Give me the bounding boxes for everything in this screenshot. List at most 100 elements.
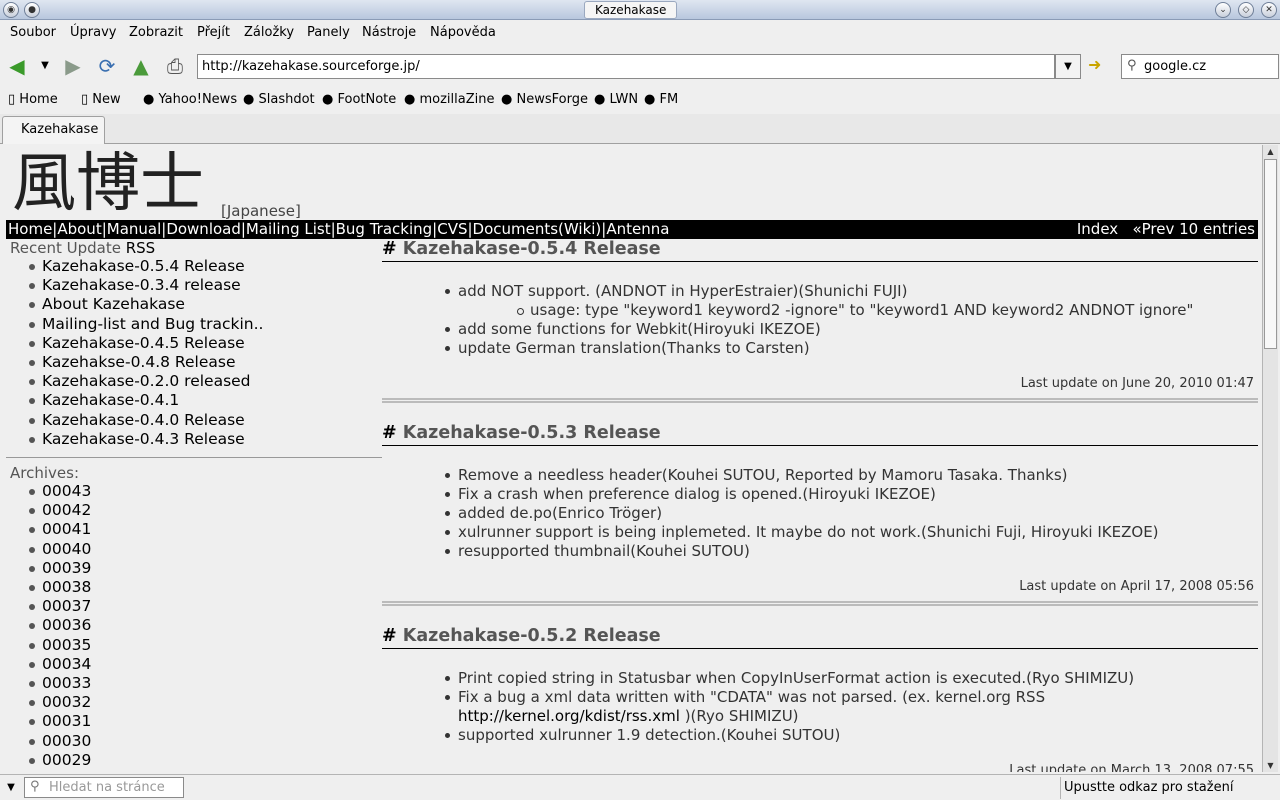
recent-item[interactable]: Kazehakase-0.4.3 Release xyxy=(26,430,382,449)
rss-icon: ● xyxy=(322,92,338,107)
rss-icon: ● xyxy=(644,92,660,107)
scrollbar-thumb[interactable] xyxy=(1264,159,1277,349)
menu-file[interactable]: Soubor xyxy=(10,25,56,40)
index-prev-links[interactable]: Index «Prev 10 entries xyxy=(1077,220,1255,239)
rss-link[interactable]: RSS xyxy=(126,239,155,257)
go-icon[interactable]: ➜ xyxy=(1088,55,1114,77)
vertical-scrollbar[interactable]: ▲ ▼ xyxy=(1262,145,1278,772)
archive-item[interactable]: 00040 xyxy=(26,540,382,559)
recent-item[interactable]: Mailing-list and Bug trackin.. xyxy=(26,315,382,334)
bookmark-lwn[interactable]: ● LWN xyxy=(594,92,638,107)
archive-item[interactable]: 00034 xyxy=(26,655,382,674)
recent-update-list: Kazehakase-0.5.4 Release Kazehakase-0.3.… xyxy=(26,257,382,449)
entry-0-5-3: # Kazehakase-0.5.3 Release Remove a need… xyxy=(382,423,1258,606)
bookmark-fm[interactable]: ● FM xyxy=(644,92,678,107)
archive-item[interactable]: 00038 xyxy=(26,578,382,597)
recent-item[interactable]: About Kazehakase xyxy=(26,295,382,314)
tab-kazehakase[interactable]: Kazehakase xyxy=(2,116,105,144)
archive-item[interactable]: 00033 xyxy=(26,674,382,693)
recent-item[interactable]: Kazehakase-0.2.0 released xyxy=(26,372,382,391)
archive-item[interactable]: 00035 xyxy=(26,636,382,655)
rss-icon: ● xyxy=(501,92,517,107)
entry-item: Print copied string in Statusbar when Co… xyxy=(444,669,1258,688)
archive-item[interactable]: 00036 xyxy=(26,616,382,635)
app-menu-icon[interactable]: ◉ xyxy=(3,2,19,18)
back-history-icon[interactable]: ▼ xyxy=(32,53,58,79)
entries: # Kazehakase-0.5.4 Release add NOT suppo… xyxy=(382,239,1258,772)
bookmark-icon: ▯ xyxy=(8,92,20,107)
close-icon[interactable]: ✕ xyxy=(1261,2,1277,18)
recent-item[interactable]: Kazehakse-0.4.8 Release xyxy=(26,353,382,372)
archive-item[interactable]: 00041 xyxy=(26,520,382,539)
scroll-up-icon[interactable]: ▲ xyxy=(1264,145,1277,158)
bookmark-footnote[interactable]: ● FootNote xyxy=(322,92,396,107)
status-message: Upustte odkaz pro stažení xyxy=(1060,777,1278,799)
site-nav-links[interactable]: Home|About|Manual|Download|Mailing List|… xyxy=(8,220,669,239)
menu-tools[interactable]: Nástroje xyxy=(362,25,416,40)
menu-help[interactable]: Nápověda xyxy=(430,25,496,40)
entry-item: added de.po(Enrico Tröger) xyxy=(444,504,1258,523)
forward-icon[interactable]: ▶ xyxy=(60,53,86,79)
entry-0-5-2: # Kazehakase-0.5.2 Release Print copied … xyxy=(382,626,1258,772)
archive-item[interactable]: 00032 xyxy=(26,693,382,712)
entry-items: Remove a needless header(Kouhei SUTOU, R… xyxy=(444,466,1258,561)
menu-edit[interactable]: Úpravy xyxy=(70,25,116,40)
title-bar: ◉ ● Kazehakase ⌄ ◇ ✕ xyxy=(0,0,1280,20)
archive-item[interactable]: 00031 xyxy=(26,712,382,731)
recent-item[interactable]: Kazehakase-0.4.0 Release xyxy=(26,411,382,430)
recent-update-heading: Recent Update RSS xyxy=(10,239,156,257)
entry-item: Remove a needless header(Kouhei SUTOU, R… xyxy=(444,466,1258,485)
bookmark-mozillazine[interactable]: ● mozillaZine xyxy=(404,92,494,107)
last-update: Last update on April 17, 2008 05:56 xyxy=(1019,579,1254,594)
bookmark-new[interactable]: ▯ New xyxy=(81,92,121,107)
tab-bar: Kazehakase xyxy=(0,114,1280,144)
url-input[interactable]: http://kazehakase.sourceforge.jp/ xyxy=(197,54,1055,79)
entry-subitem: usage: type "keyword1 keyword2 -ignore" … xyxy=(516,301,1258,320)
window-title: Kazehakase xyxy=(584,1,678,19)
archive-item[interactable]: 00037 xyxy=(26,597,382,616)
logo-text: 風博士 xyxy=(12,147,204,221)
archive-item[interactable]: 00042 xyxy=(26,501,382,520)
menu-panels[interactable]: Panely xyxy=(307,25,350,40)
recent-item[interactable]: Kazehakase-0.5.4 Release xyxy=(26,257,382,276)
kernel-rss-link[interactable]: http://kernel.org/kdist/rss.xml xyxy=(458,707,680,725)
entry-item: add NOT support. (ANDNOT in HyperEstraie… xyxy=(444,282,1258,301)
bookmark-newsforge[interactable]: ● NewsForge xyxy=(501,92,588,107)
menu-view[interactable]: Zobrazit xyxy=(129,25,183,40)
scroll-down-icon[interactable]: ▼ xyxy=(1264,759,1277,772)
bookmark-yahoo-news[interactable]: ● Yahoo!News xyxy=(143,92,237,107)
url-dropdown-icon[interactable]: ▼ xyxy=(1055,54,1081,79)
up-icon[interactable]: ▲ xyxy=(128,53,154,79)
reload-icon[interactable]: ⟳ xyxy=(94,53,120,79)
bookmark-slashdot[interactable]: ● Slashdot xyxy=(243,92,315,107)
recent-item[interactable]: Kazehakase-0.4.1 xyxy=(26,391,382,410)
rss-icon: ● xyxy=(594,92,610,107)
search-icon: ⚲ xyxy=(1127,58,1137,73)
search-input[interactable]: ⚲ google.cz xyxy=(1121,54,1279,79)
recent-item[interactable]: Kazehakase-0.4.5 Release xyxy=(26,334,382,353)
entry-item: add some functions for Webkit(Hiroyuki I… xyxy=(444,320,1258,339)
find-dropdown-icon[interactable]: ▼ xyxy=(2,778,20,798)
bookmark-home[interactable]: ▯ Home xyxy=(8,92,58,107)
recent-item[interactable]: Kazehakase-0.3.4 release xyxy=(26,276,382,295)
rss-icon: ● xyxy=(143,92,159,107)
archive-item[interactable]: 00039 xyxy=(26,559,382,578)
entry-item: supported xulrunner 1.9 detection.(Kouhe… xyxy=(444,726,1258,745)
maximize-icon[interactable]: ◇ xyxy=(1238,2,1254,18)
find-in-page-input[interactable]: ⚲ Hledat na stránce xyxy=(24,777,184,798)
menu-go[interactable]: Přejít xyxy=(197,25,230,40)
archive-item[interactable]: 00030 xyxy=(26,732,382,751)
search-engine-label: google.cz xyxy=(1144,59,1207,74)
sticky-icon[interactable]: ● xyxy=(24,2,40,18)
print-icon[interactable]: ⎙ xyxy=(162,53,188,79)
find-icon: ⚲ xyxy=(30,779,40,794)
menu-bookmarks[interactable]: Záložky xyxy=(244,25,294,40)
archive-item[interactable]: 00029 xyxy=(26,751,382,770)
minimize-icon[interactable]: ⌄ xyxy=(1215,2,1231,18)
bookmarks-toolbar: ▯ Home ▯ New ● Yahoo!News ● Slashdot ● F… xyxy=(0,89,1280,111)
archive-item[interactable]: 00043 xyxy=(26,482,382,501)
entry-title: # Kazehakase-0.5.3 Release xyxy=(382,423,1258,446)
japanese-link[interactable]: [Japanese] xyxy=(221,202,301,220)
last-update: Last update on June 20, 2010 01:47 xyxy=(1020,376,1254,391)
back-icon[interactable]: ◀ xyxy=(4,53,30,79)
